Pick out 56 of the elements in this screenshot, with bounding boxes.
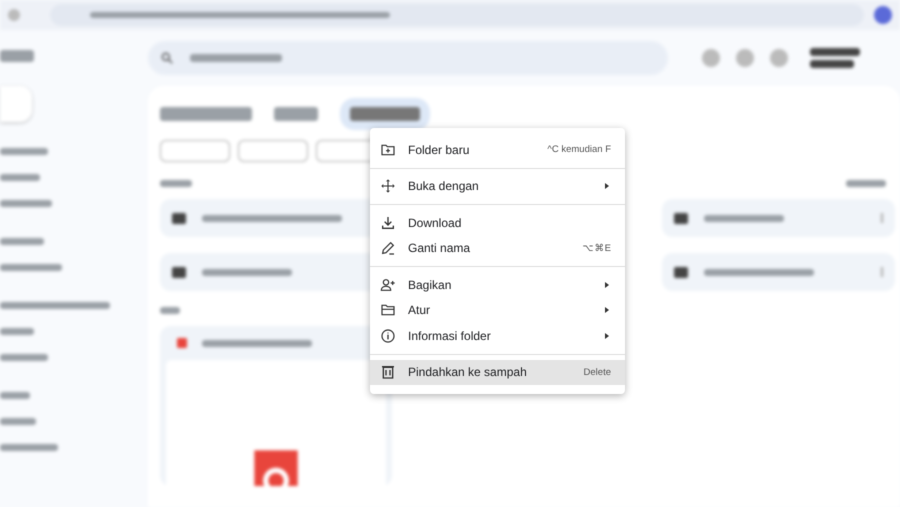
move-arrows-icon bbox=[380, 178, 396, 194]
new-folder-icon bbox=[380, 142, 396, 158]
site-info-icon[interactable] bbox=[8, 9, 20, 21]
shortcut-text: ⌥⌘E bbox=[582, 242, 611, 254]
blurred-text bbox=[0, 174, 40, 180]
blurred-text bbox=[0, 444, 58, 450]
blurred-text bbox=[846, 180, 886, 187]
download-icon bbox=[380, 214, 396, 231]
blurred-text bbox=[0, 392, 30, 398]
submenu-arrow-icon bbox=[603, 280, 611, 289]
blurred-text bbox=[0, 328, 34, 334]
blurred-text bbox=[810, 48, 860, 56]
info-icon bbox=[380, 328, 396, 344]
folder-icon bbox=[172, 266, 186, 278]
blurred-text bbox=[350, 107, 420, 121]
menu-item[interactable]: Pindahkan ke sampah Delete bbox=[370, 360, 625, 385]
blurred-text bbox=[160, 307, 180, 314]
add-person-icon bbox=[380, 276, 396, 293]
audio-file-icon bbox=[176, 337, 188, 349]
shortcut-text: ^C kemudian F bbox=[547, 144, 611, 156]
blurred-text bbox=[0, 264, 62, 270]
blurred-text bbox=[810, 60, 854, 68]
help-icon[interactable] bbox=[702, 49, 720, 67]
menu-item[interactable]: Atur bbox=[370, 298, 625, 323]
folder-icon bbox=[674, 212, 688, 224]
submenu-arrow-icon bbox=[603, 332, 611, 340]
folder-icon bbox=[674, 266, 688, 278]
avatar-icon[interactable] bbox=[874, 6, 892, 24]
blurred-text bbox=[0, 200, 52, 206]
blurred-text bbox=[160, 180, 192, 187]
menu-item[interactable]: Folder baru ^C kemudian F bbox=[370, 137, 625, 162]
submenu-arrow-icon bbox=[603, 182, 611, 190]
trash-icon bbox=[380, 364, 396, 380]
menu-item[interactable]: Informasi folder bbox=[370, 323, 625, 348]
blurred-text bbox=[274, 107, 318, 121]
menu-item[interactable]: Ganti nama ⌥⌘E bbox=[370, 236, 625, 261]
menu-item[interactable]: Bagikan bbox=[370, 272, 625, 298]
file-card[interactable] bbox=[160, 326, 392, 486]
submenu-arrow-icon bbox=[603, 306, 611, 314]
menu-item[interactable]: Buka dengan bbox=[370, 174, 625, 199]
settings-icon[interactable] bbox=[736, 49, 754, 67]
pencil-icon bbox=[380, 240, 396, 256]
shortcut-text: Delete bbox=[584, 366, 611, 378]
breadcrumb-item[interactable] bbox=[340, 98, 430, 130]
folder-card[interactable] bbox=[662, 199, 895, 237]
blurred-text bbox=[0, 418, 36, 424]
menu-item[interactable]: Download bbox=[370, 210, 625, 236]
blurred-text bbox=[0, 50, 34, 62]
folder-icon bbox=[380, 302, 396, 318]
search-icon bbox=[160, 51, 174, 65]
folder-icon bbox=[172, 212, 186, 224]
apps-icon[interactable] bbox=[770, 49, 788, 67]
folder-card[interactable] bbox=[662, 253, 895, 291]
blurred-text bbox=[0, 238, 44, 244]
blurred-text bbox=[0, 148, 48, 154]
blurred-text bbox=[0, 354, 48, 360]
